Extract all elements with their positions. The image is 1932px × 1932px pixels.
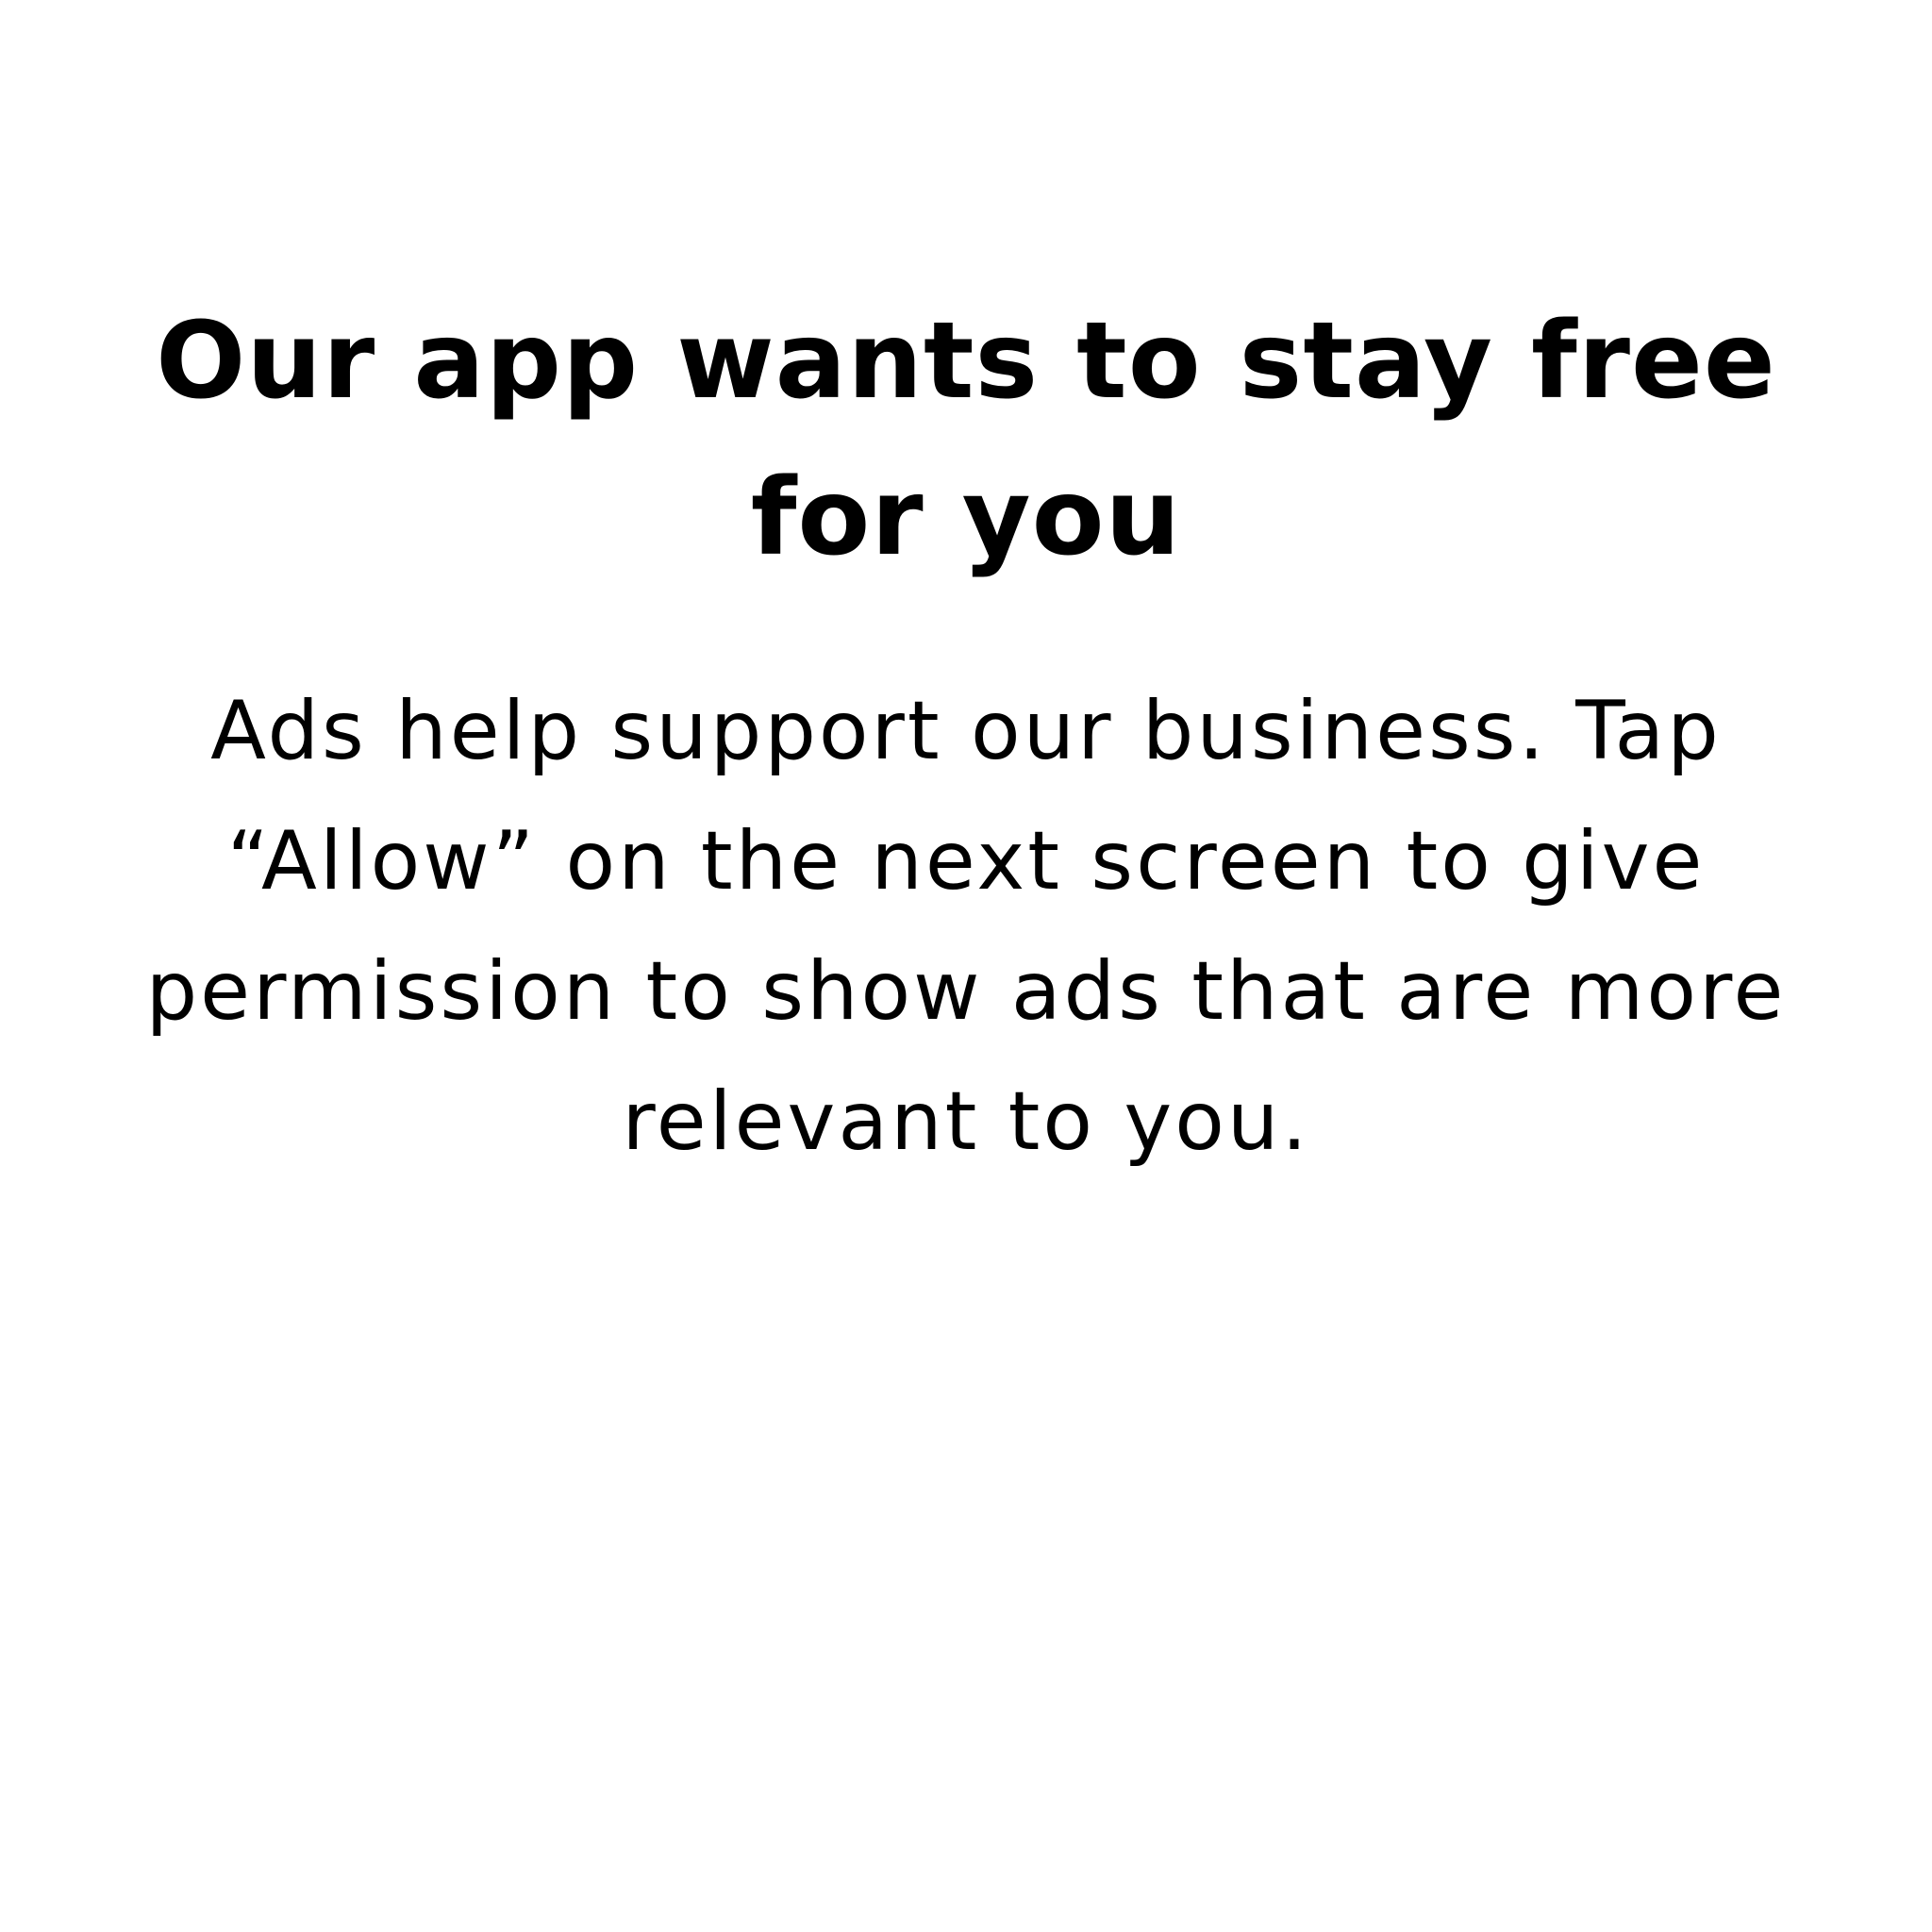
prompt-content: Our app wants to stay free for you Ads h…: [0, 283, 1932, 1187]
prompt-body: Ads help support our business. Tap “Allo…: [145, 684, 1787, 1169]
prompt-title: Our app wants to stay free for you: [156, 300, 1776, 579]
ad-tracking-prompt-screen: Our app wants to stay free for you Ads h…: [0, 0, 1932, 1932]
